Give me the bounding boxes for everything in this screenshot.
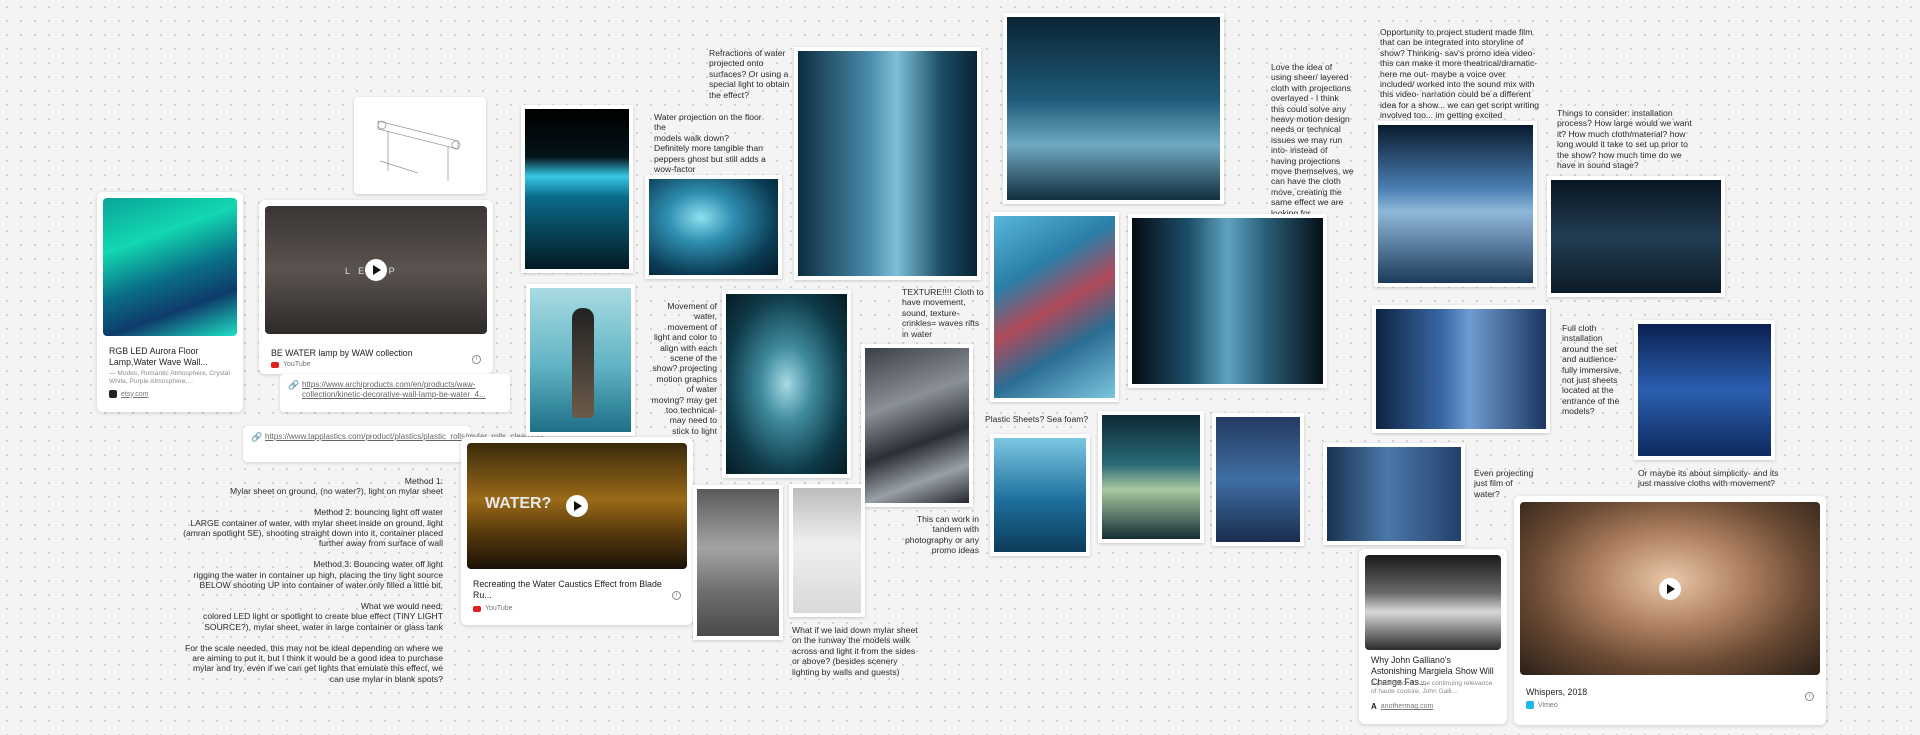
blue-fabric-figure-image: [1212, 413, 1304, 546]
projected-cloth-room-image: [1128, 214, 1327, 388]
vimeo-icon: [1526, 701, 1534, 709]
full-cloth-note: Full cloth installation around the set a…: [1562, 323, 1622, 417]
youtube-icon: [473, 605, 481, 612]
methods-note: Method 1: Mylar sheet on ground, (no wat…: [183, 476, 443, 684]
cloth-wave-image: [1323, 443, 1465, 545]
refractions-note: Refractions of water projected onto surf…: [709, 48, 790, 100]
lamp-sketch-image: [354, 97, 486, 194]
consider-note: Things to consider: installation process…: [1557, 108, 1692, 171]
white-studio-image: [789, 484, 865, 617]
card-source[interactable]: Vimeo: [1526, 701, 1558, 709]
play-button[interactable]: [365, 259, 387, 281]
model-blue-water-image: [990, 434, 1090, 556]
galliano-article-card[interactable]: Why John Galliano's Astonishing Margiela…: [1359, 549, 1507, 724]
water-caustics-image: [645, 175, 782, 279]
card-source[interactable]: etsy.com: [109, 390, 149, 398]
video-thumbnail[interactable]: [1520, 502, 1820, 675]
info-icon[interactable]: i: [472, 355, 481, 364]
student-film-note: Opportunity to project student made film…: [1380, 27, 1540, 121]
play-button[interactable]: [566, 495, 588, 517]
fabric-red-blue-image: [990, 212, 1119, 402]
mylar-runway-note: What if we laid down mylar sheet on the …: [792, 625, 918, 677]
link-icon: 🔗: [251, 432, 263, 442]
be-water-video-card[interactable]: L E M P BE WATER lamp by WAW collection …: [259, 200, 493, 374]
card-title: Whispers, 2018: [1526, 687, 1588, 697]
etsy-card[interactable]: RGB LED Aurora Floor Lamp,Water Wave Wal…: [97, 192, 243, 412]
glowing-pool-image: [521, 105, 633, 273]
card-subtitle: A justification for the continuing relev…: [1371, 680, 1493, 695]
link-icon: 🔗: [288, 380, 300, 390]
studio-backdrop-image: [693, 485, 783, 640]
sketch-drawing: [377, 120, 461, 181]
card-title: Recreating the Water Caustics Effect fro…: [473, 579, 662, 600]
blue-curtain-stage-image: [1372, 305, 1550, 433]
card-source[interactable]: YouTube: [271, 361, 311, 368]
card-source[interactable]: YouTube: [473, 605, 513, 612]
water-corridor-image: [794, 47, 981, 280]
youtube-icon: [271, 361, 279, 368]
article-image: [1365, 555, 1501, 650]
simplicity-note: Or maybe its about simplicity- and its j…: [1638, 468, 1779, 489]
info-icon[interactable]: i: [1805, 692, 1814, 701]
plastic-note: Plastic Sheets? Sea foam?: [985, 414, 1089, 424]
card-title: BE WATER lamp by WAW collection: [271, 348, 413, 358]
video-thumbnail[interactable]: WATER?: [467, 443, 687, 569]
video-thumbnail[interactable]: L E M P: [265, 206, 487, 334]
caustics-video-card[interactable]: WATER? Recreating the Water Caustics Eff…: [461, 437, 693, 625]
model-in-water-image: [526, 284, 635, 436]
blue-forest-stage-image: [1003, 13, 1224, 204]
anothermag-icon: A: [1371, 702, 1377, 711]
video-overlay-text: WATER?: [485, 495, 552, 512]
crinkled-fabric-image: [861, 344, 973, 507]
card-source[interactable]: Aanothermag.com: [1371, 702, 1433, 711]
projecting-film-note: Even projecting just film of water?: [1474, 468, 1534, 499]
card-title: RGB LED Aurora Floor Lamp,Water Wave Wal…: [109, 346, 208, 367]
light-tendrils-image: [722, 290, 851, 478]
projection-floor-note: Water projection on the floor the models…: [654, 112, 766, 175]
tandem-note: This can work in tandem with photography…: [904, 514, 979, 556]
projection-figure-image: [1374, 121, 1537, 287]
grid-performance-image: [1634, 320, 1775, 460]
etsy-icon: [109, 390, 117, 398]
green-gown-image: [1098, 411, 1204, 543]
dark-stage-figures-image: [1547, 176, 1725, 297]
aurora-lamp-image: [103, 198, 237, 336]
movement-note: Movement of water, movement of light and…: [651, 301, 717, 436]
play-button[interactable]: [1659, 577, 1681, 600]
sheer-cloth-note: Love the idea of using sheer/ layered cl…: [1271, 62, 1354, 218]
whispers-video-card[interactable]: Whispers, 2018 Vimeo i: [1514, 496, 1826, 725]
texture-note: TEXTURE!!!! Cloth to have movement, soun…: [902, 287, 984, 339]
tapplastics-link[interactable]: 🔗 https://www.tapplastics.com/product/pl…: [243, 426, 543, 462]
info-icon[interactable]: i: [672, 591, 681, 600]
model-silhouette: [572, 308, 594, 418]
card-subtitle: — Modes, Romantic Atmosphere, Crystal Wh…: [109, 370, 230, 385]
archiproducts-link[interactable]: 🔗 https://www.archiproducts.com/en/produ…: [280, 374, 510, 412]
